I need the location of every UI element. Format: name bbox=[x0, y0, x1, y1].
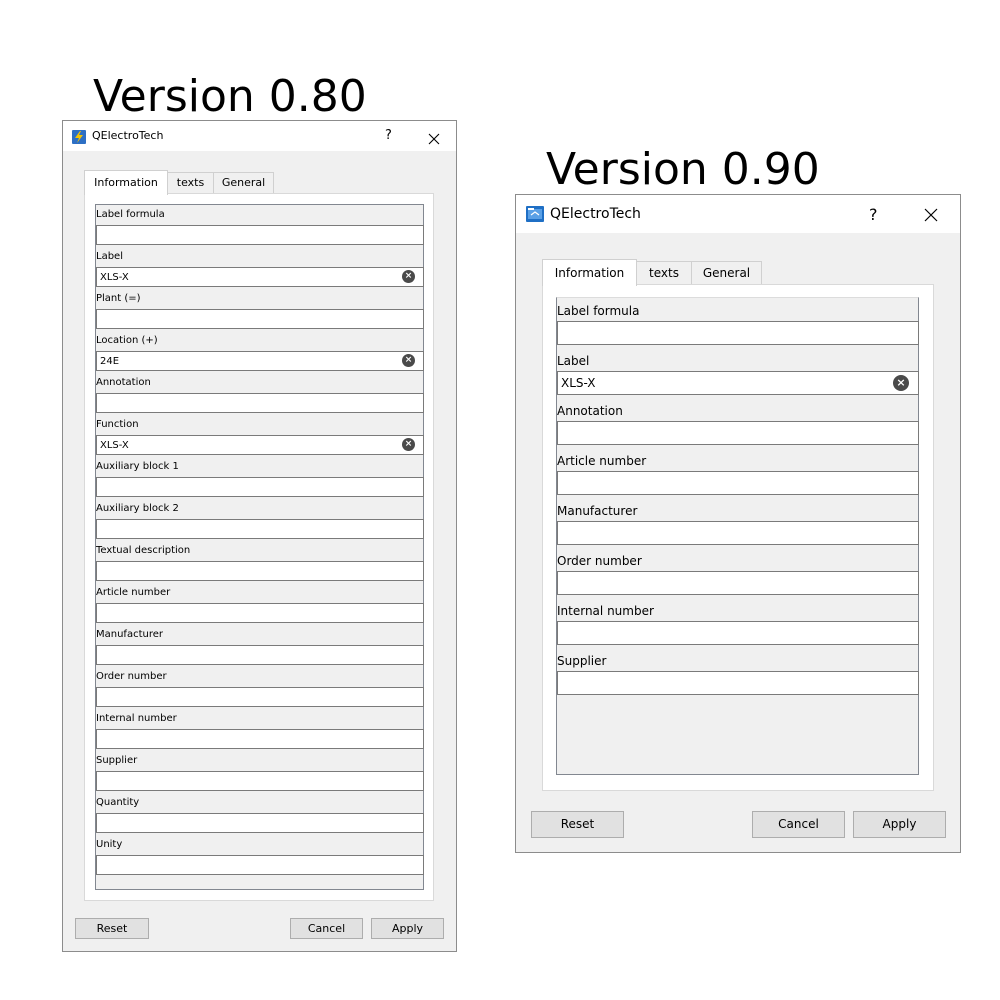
tab-general[interactable]: General bbox=[691, 261, 762, 285]
manufacturer-label: Manufacturer bbox=[96, 629, 163, 640]
reset-button[interactable]: Reset bbox=[75, 918, 149, 939]
cancel-button[interactable]: Cancel bbox=[752, 811, 845, 838]
cancel-button[interactable]: Cancel bbox=[290, 918, 363, 939]
function-input[interactable] bbox=[96, 435, 424, 455]
quantity-label: Quantity bbox=[96, 797, 140, 808]
order-number-input[interactable] bbox=[96, 687, 424, 707]
apply-button[interactable]: Apply bbox=[371, 918, 444, 939]
label-input[interactable] bbox=[96, 267, 424, 287]
information-tab-page: Label formula Label × Annotation Article num… bbox=[542, 284, 934, 791]
tab-information[interactable]: Information bbox=[84, 170, 168, 195]
close-x-icon[interactable] bbox=[924, 207, 938, 222]
auxiliary-block-2-label: Auxiliary block 2 bbox=[96, 503, 179, 514]
manufacturer-input[interactable] bbox=[96, 645, 424, 665]
unity-input[interactable] bbox=[96, 855, 424, 875]
tab-texts[interactable]: texts bbox=[636, 261, 692, 285]
internal-number-label: Internal number bbox=[96, 713, 177, 724]
title-bar: QElectroTech ? bbox=[516, 195, 960, 233]
article-number-input[interactable] bbox=[557, 471, 919, 495]
window-title: QElectroTech bbox=[550, 206, 641, 222]
apply-button[interactable]: Apply bbox=[853, 811, 946, 838]
location-input[interactable] bbox=[96, 351, 424, 371]
version-heading-new: Version 0.90 bbox=[546, 144, 820, 195]
annotation-input[interactable] bbox=[96, 393, 424, 413]
information-tab-page: Label formula Label × Plant (=) Location (+)… bbox=[84, 193, 434, 901]
annotation-input[interactable] bbox=[557, 421, 919, 445]
properties-form: Label formula Label × Annotation Article num… bbox=[556, 297, 919, 775]
auxiliary-block-2-input[interactable] bbox=[96, 519, 424, 539]
textual-description-label: Textual description bbox=[96, 545, 191, 556]
textual-description-input[interactable] bbox=[96, 561, 424, 581]
properties-form: Label formula Label × Plant (=) Location (+)… bbox=[95, 204, 424, 890]
label-formula-input[interactable] bbox=[96, 225, 424, 245]
article-number-label: Article number bbox=[557, 454, 647, 468]
unity-label: Unity bbox=[96, 839, 123, 850]
clear-circle-x-icon[interactable]: × bbox=[402, 354, 415, 367]
order-number-label: Order number bbox=[96, 671, 167, 682]
clear-circle-x-icon[interactable]: × bbox=[402, 438, 415, 451]
tab-general[interactable]: General bbox=[213, 172, 274, 194]
order-number-label: Order number bbox=[557, 554, 642, 568]
internal-number-input[interactable] bbox=[96, 729, 424, 749]
plant-input[interactable] bbox=[96, 309, 424, 329]
clear-circle-x-icon[interactable]: × bbox=[402, 270, 415, 283]
manufacturer-input[interactable] bbox=[557, 521, 919, 545]
article-number-input[interactable] bbox=[96, 603, 424, 623]
title-bar: QElectroTech ? bbox=[63, 121, 456, 151]
order-number-input[interactable] bbox=[557, 571, 919, 595]
reset-button[interactable]: Reset bbox=[531, 811, 624, 838]
supplier-label: Supplier bbox=[557, 654, 607, 668]
version-heading-old: Version 0.80 bbox=[93, 71, 367, 122]
internal-number-label: Internal number bbox=[557, 604, 654, 618]
tab-texts[interactable]: texts bbox=[167, 172, 214, 194]
tab-information[interactable]: Information bbox=[542, 259, 637, 286]
manufacturer-label: Manufacturer bbox=[557, 504, 638, 518]
close-x-icon[interactable] bbox=[428, 130, 440, 145]
auxiliary-block-1-label: Auxiliary block 1 bbox=[96, 461, 179, 472]
quantity-input[interactable] bbox=[96, 813, 424, 833]
auxiliary-block-1-input[interactable] bbox=[96, 477, 424, 497]
function-label: Function bbox=[96, 419, 139, 430]
plant-label: Plant (=) bbox=[96, 293, 141, 304]
supplier-input[interactable] bbox=[557, 671, 919, 695]
annotation-label: Annotation bbox=[557, 404, 623, 418]
label-formula-label: Label formula bbox=[557, 304, 640, 318]
supplier-input[interactable] bbox=[96, 771, 424, 791]
location-label: Location (+) bbox=[96, 335, 158, 346]
label-label: Label bbox=[557, 354, 590, 368]
element-properties-dialog-new: QElectroTech ? Information texts General… bbox=[515, 194, 961, 853]
article-number-label: Article number bbox=[96, 587, 171, 598]
label-label: Label bbox=[96, 251, 123, 262]
qelectrotech-lightning-icon bbox=[72, 129, 86, 144]
qelectrotech-folder-icon bbox=[526, 206, 544, 222]
element-properties-dialog-old: QElectroTech ? Information texts General… bbox=[62, 120, 457, 952]
label-formula-label: Label formula bbox=[96, 209, 165, 220]
help-button[interactable]: ? bbox=[869, 205, 878, 224]
label-input[interactable] bbox=[557, 371, 919, 395]
help-button[interactable]: ? bbox=[385, 128, 392, 143]
internal-number-input[interactable] bbox=[557, 621, 919, 645]
window-title: QElectroTech bbox=[92, 129, 164, 142]
annotation-label: Annotation bbox=[96, 377, 151, 388]
supplier-label: Supplier bbox=[96, 755, 138, 766]
label-formula-input[interactable] bbox=[557, 321, 919, 345]
clear-circle-x-icon[interactable]: × bbox=[893, 375, 909, 391]
